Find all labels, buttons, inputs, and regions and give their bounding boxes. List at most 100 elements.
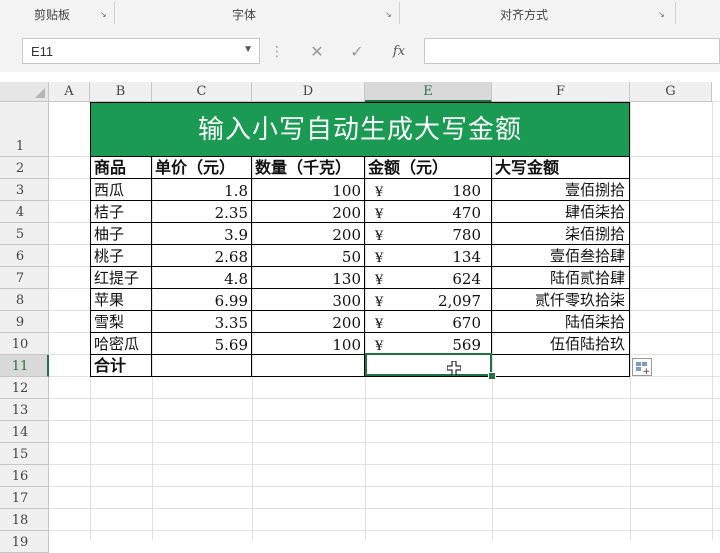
formula-bar-grip-icon[interactable]: ⋮ <box>270 44 284 60</box>
product-cell[interactable]: 西瓜 <box>90 179 152 201</box>
quantity-cell[interactable]: 50 <box>252 245 365 267</box>
total-words-cell[interactable] <box>492 355 630 377</box>
amount-cell[interactable]: ¥670 <box>365 311 492 333</box>
row-header[interactable]: 18 <box>0 509 49 531</box>
row-header[interactable]: 12 <box>0 377 49 399</box>
row-header[interactable]: 6 <box>0 245 49 267</box>
column-header-a[interactable]: A <box>49 82 90 102</box>
row-header[interactable]: 17 <box>0 487 49 509</box>
product-cell[interactable]: 哈密瓜 <box>90 333 152 355</box>
quantity-cell[interactable]: 130 <box>252 267 365 289</box>
row-header[interactable]: 9 <box>0 311 49 333</box>
row-header[interactable]: 2 <box>0 157 49 179</box>
row-header[interactable]: 5 <box>0 223 49 245</box>
amount-cell[interactable]: ¥470 <box>365 201 492 223</box>
insert-function-icon[interactable]: fx <box>387 40 411 64</box>
amount: 2,097 <box>438 292 481 310</box>
product-cell[interactable]: 柚子 <box>90 223 152 245</box>
header-quantity: 数量（千克） <box>255 158 352 177</box>
product-cell[interactable]: 苹果 <box>90 289 152 311</box>
row-header[interactable]: 4 <box>0 201 49 223</box>
quantity: 100 <box>332 336 361 354</box>
column-header-g[interactable]: G <box>630 82 712 102</box>
product-cell[interactable]: 红提子 <box>90 267 152 289</box>
row-header[interactable]: 15 <box>0 443 49 465</box>
row-header[interactable]: 10 <box>0 333 49 355</box>
amount-cell[interactable]: ¥780 <box>365 223 492 245</box>
currency-symbol: ¥ <box>375 229 384 244</box>
quantity-cell[interactable]: 100 <box>252 333 365 355</box>
amount-in-words-cell[interactable]: 陆佰贰拾肆 <box>492 267 630 289</box>
header-amount-in-words-cell[interactable]: 大写金额 <box>492 157 630 179</box>
unit-price: 4.8 <box>224 270 248 288</box>
quick-analysis-icon[interactable]: + <box>632 358 652 377</box>
quantity-cell[interactable]: 200 <box>252 223 365 245</box>
name-box[interactable]: E11 ▼ <box>22 38 260 64</box>
active-cell-e11[interactable] <box>365 353 492 376</box>
total-label-cell[interactable]: 合计 <box>90 355 152 377</box>
unit-price-cell[interactable]: 2.68 <box>152 245 252 267</box>
alignment-dialog-launcher-icon[interactable]: ↘ <box>658 10 668 20</box>
unit-price-cell[interactable]: 1.8 <box>152 179 252 201</box>
row-header[interactable]: 14 <box>0 421 49 443</box>
column-header-e[interactable]: E <box>365 82 492 102</box>
select-all-corner[interactable] <box>0 82 49 102</box>
unit-price-cell[interactable]: 4.8 <box>152 267 252 289</box>
row-header[interactable]: 13 <box>0 399 49 421</box>
amount-in-words-cell[interactable]: 壹佰叁拾肆 <box>492 245 630 267</box>
quantity-cell[interactable]: 200 <box>252 311 365 333</box>
amount: 569 <box>452 336 481 354</box>
chevron-down-icon[interactable]: ▼ <box>243 44 253 55</box>
amount-in-words-cell[interactable]: 柒佰捌拾 <box>492 223 630 245</box>
amount-in-words-cell[interactable]: 贰仟零玖拾柒 <box>492 289 630 311</box>
sheet-title[interactable]: 输入小写自动生成大写金额 <box>90 102 630 157</box>
amount-cell[interactable]: ¥180 <box>365 179 492 201</box>
row-header[interactable]: 7 <box>0 267 49 289</box>
unit-price-cell[interactable]: 3.35 <box>152 311 252 333</box>
amount-in-words-cell[interactable]: 肆佰柒拾 <box>492 201 630 223</box>
row-header[interactable]: 8 <box>0 289 49 311</box>
quantity-cell[interactable]: 100 <box>252 179 365 201</box>
column-header-d[interactable]: D <box>252 82 365 102</box>
amount-in-words-cell[interactable]: 壹佰捌拾 <box>492 179 630 201</box>
row-header[interactable]: 16 <box>0 465 49 487</box>
name-box-value: E11 <box>31 44 54 59</box>
column-header-f[interactable]: F <box>492 82 630 102</box>
unit-price-cell[interactable]: 5.69 <box>152 333 252 355</box>
header-unit-price-cell[interactable]: 单价（元） <box>152 157 252 179</box>
product-cell[interactable]: 桔子 <box>90 201 152 223</box>
row-number: 15 <box>11 447 29 462</box>
font-dialog-launcher-icon[interactable]: ↘ <box>385 10 395 20</box>
quantity: 200 <box>332 204 361 222</box>
column-header-c[interactable]: C <box>152 82 252 102</box>
product-cell[interactable]: 桃子 <box>90 245 152 267</box>
total-price-cell[interactable] <box>152 355 252 377</box>
fill-handle[interactable] <box>488 372 496 380</box>
column-header-b[interactable]: B <box>90 82 152 102</box>
clipboard-dialog-launcher-icon[interactable]: ↘ <box>100 10 110 20</box>
amount-cell[interactable]: ¥134 <box>365 245 492 267</box>
formula-input[interactable] <box>424 38 720 64</box>
enter-icon[interactable]: ✓ <box>345 40 369 64</box>
header-amount-cell[interactable]: 金额（元） <box>365 157 492 179</box>
row-header[interactable]: 1 <box>0 102 49 157</box>
unit-price-cell[interactable]: 6.99 <box>152 289 252 311</box>
product-cell[interactable]: 雪梨 <box>90 311 152 333</box>
amount-in-words-cell[interactable]: 伍佰陆拾玖 <box>492 333 630 355</box>
amount-cell[interactable]: ¥624 <box>365 267 492 289</box>
amount-cell[interactable]: ¥2,097 <box>365 289 492 311</box>
amount-in-words-cell[interactable]: 陆佰柒拾 <box>492 311 630 333</box>
row-header[interactable]: 11 <box>0 355 49 377</box>
total-quantity-cell[interactable] <box>252 355 365 377</box>
unit-price-cell[interactable]: 3.9 <box>152 223 252 245</box>
unit-price-cell[interactable]: 2.35 <box>152 201 252 223</box>
header-quantity-cell[interactable]: 数量（千克） <box>252 157 365 179</box>
quantity-cell[interactable]: 200 <box>252 201 365 223</box>
row-header[interactable]: 19 <box>0 531 49 553</box>
header-product-cell[interactable]: 商品 <box>90 157 152 179</box>
amount-cell[interactable]: ¥569 <box>365 333 492 355</box>
quantity-cell[interactable]: 300 <box>252 289 365 311</box>
cancel-icon[interactable]: ✕ <box>305 40 329 64</box>
row-header[interactable]: 3 <box>0 179 49 201</box>
amount-in-words: 伍佰陆拾玖 <box>549 335 625 353</box>
